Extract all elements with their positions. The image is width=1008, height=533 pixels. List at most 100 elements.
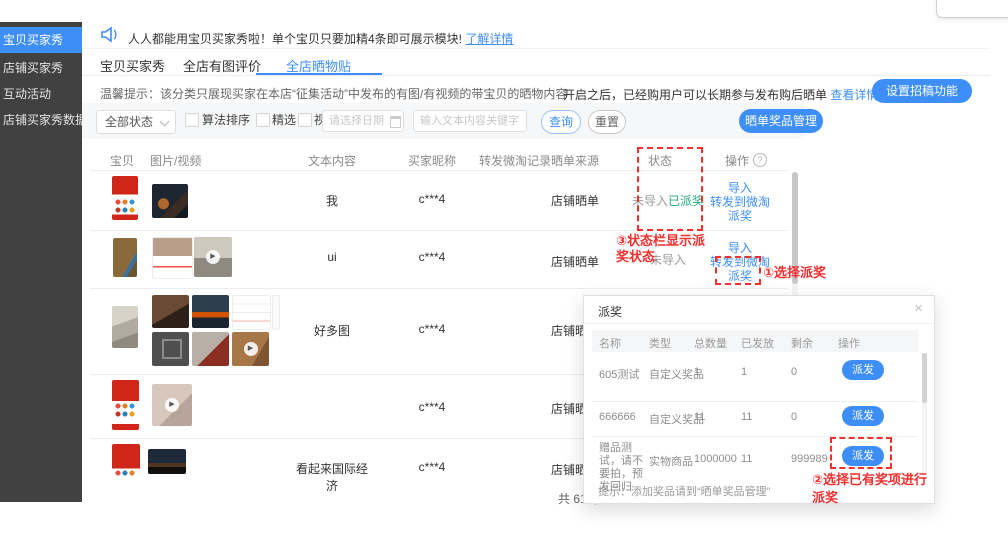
show-source: 店铺晒单 — [551, 192, 599, 209]
setup-solicit-button[interactable]: 设置招稿功能 — [872, 79, 972, 103]
media-thumbnail[interactable] — [152, 384, 192, 426]
prize-remaining: 999989 — [791, 453, 828, 465]
media-thumbnail[interactable] — [152, 184, 188, 218]
prize-total: 11 — [694, 411, 705, 423]
sidebar-item-item-buyer-show[interactable]: 宝贝买家秀 — [0, 27, 82, 53]
prize-remaining: 0 — [791, 411, 797, 423]
media-thumbnail[interactable] — [192, 332, 229, 366]
dialog-title: 派奖 — [598, 303, 622, 320]
prize-remaining: 0 — [791, 366, 797, 378]
sidebar-item-interactive-activity[interactable]: 互动活动 — [0, 81, 82, 107]
col-header-media: 图片/视频 — [150, 152, 201, 169]
announcement-detail-link[interactable]: 了解详情 — [465, 32, 513, 46]
col-header-remaining: 剩余 — [791, 335, 813, 351]
col-header-total: 总数量 — [694, 335, 727, 351]
product-thumbnail[interactable] — [112, 176, 138, 220]
col-header-action: 操作 — [838, 335, 860, 351]
featured-checkbox[interactable] — [256, 113, 270, 127]
col-header-name: 名称 — [599, 335, 621, 351]
media-thumbnail[interactable] — [192, 295, 229, 328]
col-header-forward-record: 转发微淘记录 — [479, 152, 551, 169]
prize-issued: 11 — [741, 411, 752, 423]
media-thumbnail[interactable] — [194, 237, 232, 277]
show-source: 店铺晒单 — [551, 253, 599, 270]
tab-shop-picture-reviews[interactable]: 全店有图评价 — [183, 56, 261, 75]
megaphone-icon — [101, 26, 121, 46]
algorithm-sort-label[interactable]: 算法排序 — [202, 111, 250, 128]
dialog-divider — [584, 323, 934, 324]
keyword-input[interactable] — [413, 110, 527, 132]
media-thumbnail[interactable] — [152, 332, 189, 366]
media-thumbnail[interactable] — [152, 295, 189, 328]
annotation-step3-line2: 奖状态 — [616, 246, 655, 265]
media-thumbnail[interactable] — [232, 295, 271, 330]
sidebar-item-buyer-show-data[interactable]: 店铺买家秀数据 — [0, 107, 82, 133]
media-thumbnail[interactable] — [272, 295, 280, 330]
tab-item-buyer-show[interactable]: 宝贝买家秀 — [100, 56, 165, 75]
calendar-icon — [390, 116, 401, 128]
col-header-action: 操作 — [725, 152, 749, 169]
status-select-value: 全部状态 — [105, 115, 153, 129]
app-window: 宝贝买家秀 店铺买家秀 互动活动 店铺买家秀数据 人人都能用宝贝买家秀啦！单个宝… — [0, 0, 1008, 533]
prize-name: 666666 — [599, 411, 636, 423]
row-text: 我 — [300, 192, 364, 209]
media-thumbnail[interactable] — [148, 449, 186, 474]
annotation-step1: ①选择派奖 — [763, 262, 826, 281]
help-icon[interactable]: ? — [753, 153, 767, 167]
product-thumbnail[interactable] — [112, 380, 139, 430]
notice-tip: 温馨提示：该分类只展现买家在本店“征集活动”中发布的有图/有视频的带宝贝的晒物内… — [100, 85, 567, 102]
close-icon[interactable]: × — [914, 300, 923, 317]
row-text: 好多图 — [300, 322, 364, 339]
status-select[interactable]: 全部状态 — [96, 110, 176, 134]
play-icon — [165, 398, 179, 412]
prize-name: 605测试 — [599, 366, 639, 382]
sidebar: 宝贝买家秀 店铺买家秀 互动活动 店铺买家秀数据 — [0, 22, 82, 502]
buyer-nickname: c***4 — [410, 400, 454, 414]
dispatch-button[interactable]: 派发 — [842, 360, 884, 380]
sidebar-item-shop-buyer-show[interactable]: 店铺买家秀 — [0, 55, 82, 81]
col-header-text: 文本内容 — [308, 152, 356, 169]
notice-right-text: 开启之后，已经购用户可以长期参与发布购后晒单 — [563, 88, 827, 102]
tabs-divider — [82, 75, 990, 76]
media-thumbnail[interactable] — [152, 237, 193, 279]
product-thumbnail[interactable] — [113, 238, 137, 277]
product-thumbnail[interactable] — [112, 306, 138, 348]
dispatch-button-highlight-box — [830, 437, 892, 469]
prize-issued: 11 — [741, 453, 752, 465]
dialog-hint: 提示：添加奖品请到“晒单奖品管理” — [598, 483, 770, 499]
prize-type: 实物商品 — [649, 453, 693, 469]
col-header-source: 晒单来源 — [551, 152, 599, 169]
prize-issued: 1 — [741, 366, 747, 378]
annotation-step2-line1: ②选择已有奖项进行 — [812, 469, 927, 488]
col-header-buyer: 买家昵称 — [408, 152, 456, 169]
chevron-down-icon — [160, 117, 170, 127]
buyer-nickname: c***4 — [410, 322, 454, 336]
divider — [82, 48, 990, 49]
col-header-issued: 已发放 — [741, 335, 774, 351]
award-link[interactable]: 派奖 — [716, 207, 764, 224]
product-thumbnail[interactable] — [112, 444, 140, 478]
notice-right: 开启之后，已经购用户可以长期参与发布购后晒单 查看详情>> — [563, 86, 892, 103]
video-checkbox[interactable] — [298, 113, 312, 127]
row-text: ui — [300, 250, 364, 264]
media-thumbnail[interactable] — [232, 332, 269, 366]
reset-button[interactable]: 重置 — [588, 110, 626, 134]
prize-total: 1000000 — [694, 453, 737, 465]
dialog-row-divider — [592, 401, 918, 402]
col-header-type: 类型 — [649, 335, 671, 351]
announcement-bar: 人人都能用宝贝买家秀啦！单个宝贝只要加精4条即可展示模块! 了解详情 — [128, 30, 513, 47]
algorithm-sort-checkbox[interactable] — [185, 113, 199, 127]
search-button[interactable]: 查询 — [541, 110, 581, 134]
col-header-product: 宝贝 — [110, 152, 134, 169]
play-icon — [244, 342, 258, 356]
dispatch-button[interactable]: 派发 — [842, 406, 884, 426]
status-column-highlight-box — [637, 147, 703, 231]
annotation-step2-line2: 派奖 — [812, 487, 838, 506]
row-text: 看起来国际经济 — [292, 460, 372, 494]
award-link-highlight-box — [715, 256, 761, 285]
prize-management-button[interactable]: 晒单奖品管理 — [739, 109, 823, 133]
featured-label[interactable]: 精选 — [272, 111, 296, 128]
play-icon — [206, 250, 220, 264]
dialog-scrollbar-thumb[interactable] — [922, 353, 927, 403]
browser-popup-fragment — [936, 0, 1008, 18]
